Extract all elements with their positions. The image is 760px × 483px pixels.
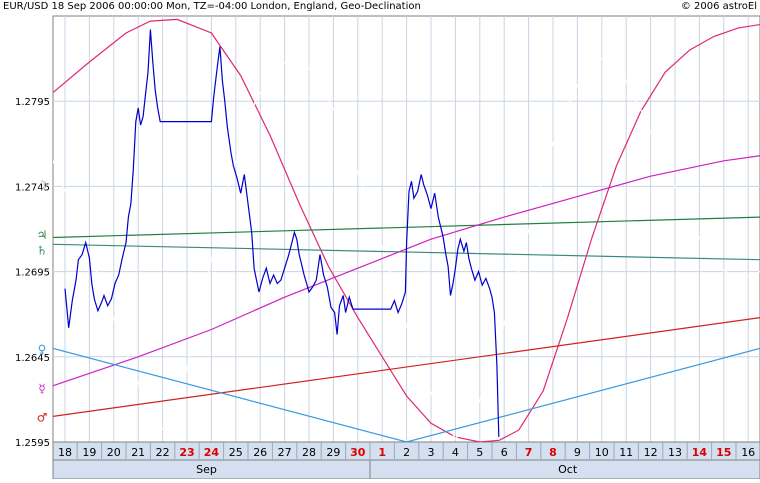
x-tick-label: 1 xyxy=(378,446,386,459)
x-tick-label: 29 xyxy=(326,446,340,459)
x-tick-label: 13 xyxy=(668,446,682,459)
x-tick-label: 30 xyxy=(350,446,366,459)
x-tick-label: 22 xyxy=(156,446,170,459)
x-tick-label: 5 xyxy=(476,446,483,459)
month-label: Oct xyxy=(558,463,578,476)
x-tick-label: 14 xyxy=(692,446,708,459)
y-tick-label: 1.2595 xyxy=(15,438,50,449)
x-tick-label: 9 xyxy=(574,446,581,459)
x-tick-label: 19 xyxy=(82,446,96,459)
y-tick-label: 1.2695 xyxy=(15,268,50,279)
x-tick-label: 7 xyxy=(525,446,533,459)
planet-glyph-icon: ☿ xyxy=(38,381,45,395)
x-tick-label: 27 xyxy=(278,446,292,459)
x-tick-label: 8 xyxy=(549,446,557,459)
x-tick-label: 6 xyxy=(501,446,508,459)
chart: EUR/USD 18 Sep 2006 00:00:00 Mon, TZ=-04… xyxy=(0,0,760,480)
x-tick-label: 2 xyxy=(403,446,410,459)
x-tick-label: 28 xyxy=(302,446,316,459)
y-tick-label: 1.2795 xyxy=(15,97,50,108)
x-tick-label: 26 xyxy=(253,446,267,459)
copyright-label: © 2006 astroEl xyxy=(680,1,757,12)
x-tick-label: 12 xyxy=(644,446,658,459)
planet-glyph-icon: ♀ xyxy=(38,342,47,356)
month-label: Sep xyxy=(196,463,217,476)
x-tick-label: 21 xyxy=(131,446,145,459)
x-tick-label: 16 xyxy=(741,446,755,459)
x-tick-label: 24 xyxy=(204,446,220,459)
price-chart-svg: 1.27951.27451.26951.26451.259518 19 20 21 22… xyxy=(0,15,760,480)
x-tick-label: 15 xyxy=(716,446,731,459)
x-tick-label: 25 xyxy=(229,446,243,459)
x-tick-label: 20 xyxy=(107,446,121,459)
x-tick-label: 4 xyxy=(452,446,459,459)
planet-glyph-icon: ♄ xyxy=(37,243,48,257)
x-tick-label: 11 xyxy=(619,446,633,459)
x-tick-label: 3 xyxy=(428,446,435,459)
x-tick-label: 23 xyxy=(179,446,194,459)
planet-glyph-icon: ♃ xyxy=(37,228,48,242)
planet-glyph-icon: ♂ xyxy=(37,410,48,424)
chart-header-title: EUR/USD 18 Sep 2006 00:00:00 Mon, TZ=-04… xyxy=(3,1,421,12)
x-tick-label: 10 xyxy=(595,446,609,459)
x-tick-label: 18 xyxy=(58,446,72,459)
planet-glyph-icon: ☽ xyxy=(37,179,48,193)
